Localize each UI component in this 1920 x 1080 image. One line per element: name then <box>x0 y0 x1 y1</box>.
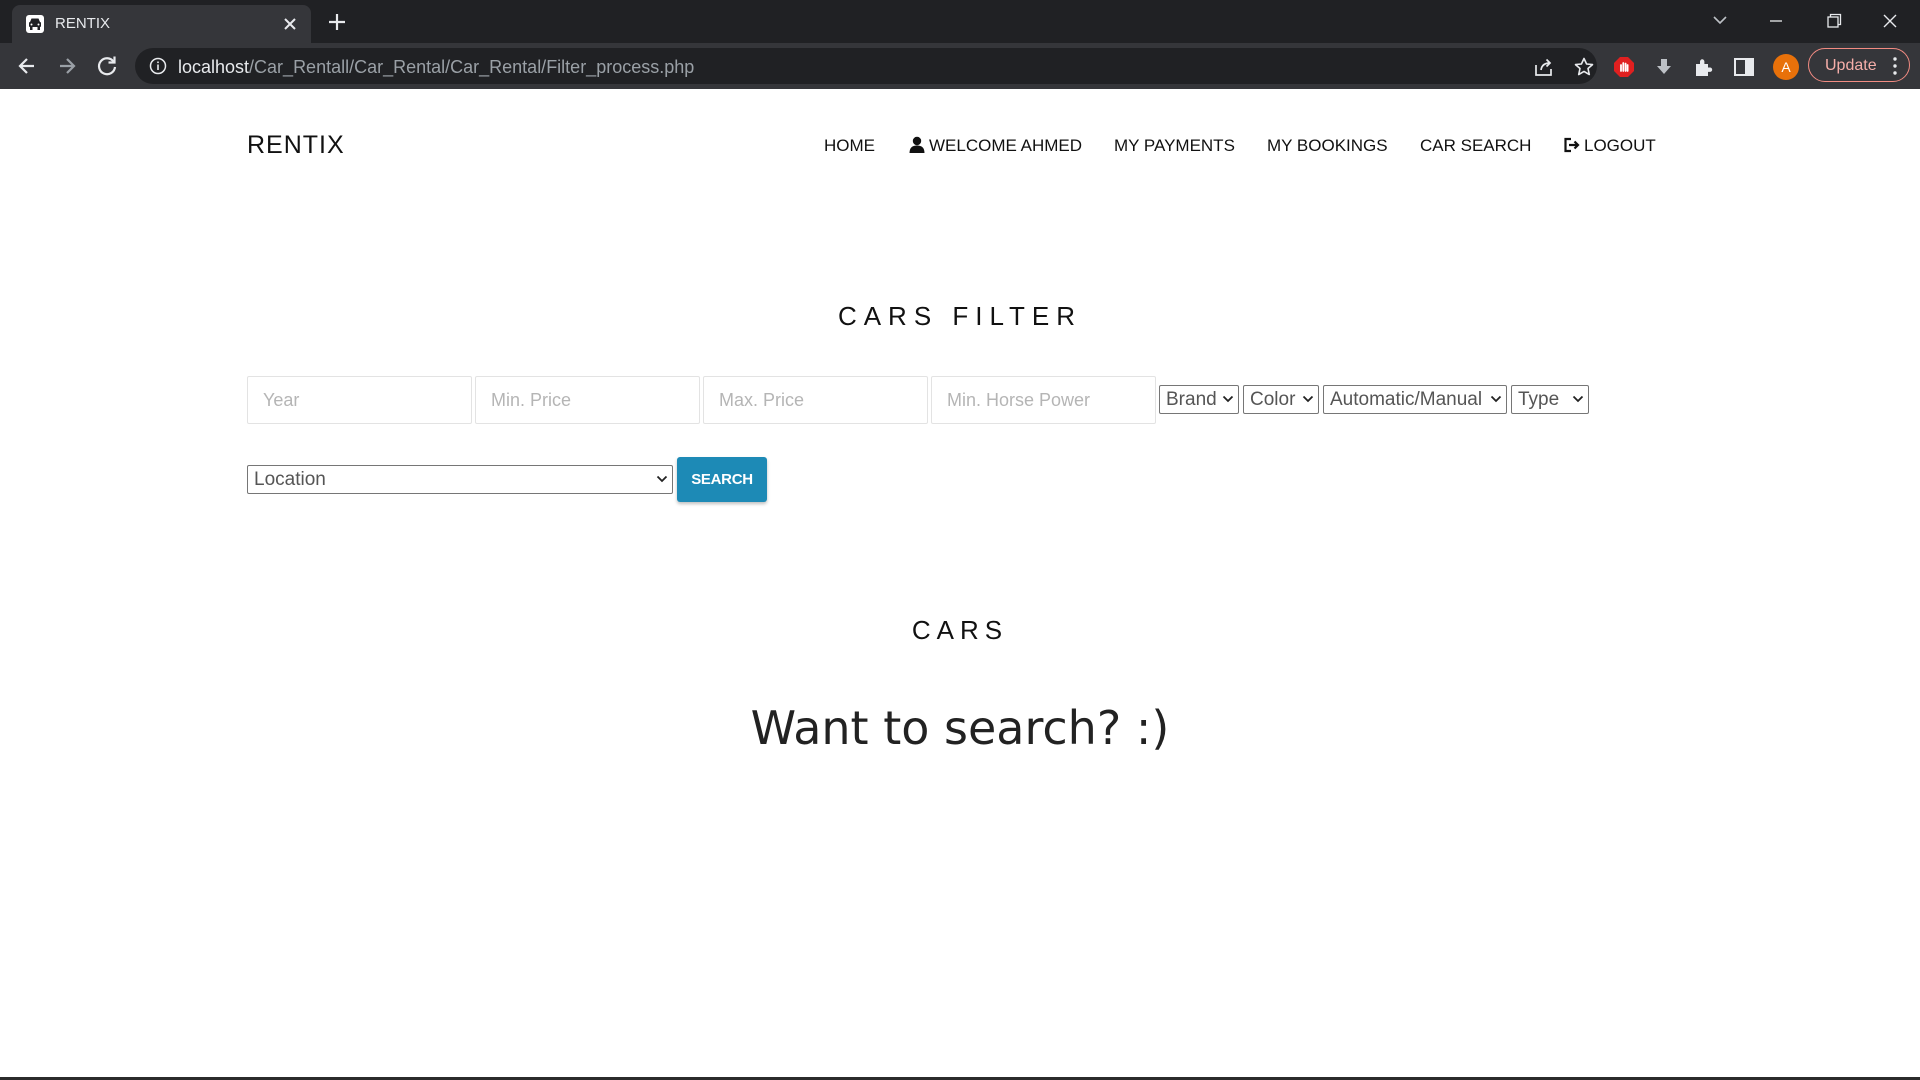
side-panel-icon[interactable] <box>1732 55 1756 79</box>
share-icon[interactable] <box>1533 56 1555 78</box>
type-select[interactable]: Type <box>1511 385 1589 414</box>
nav-logout[interactable]: LOGOUT <box>1563 136 1656 156</box>
chevron-down-icon <box>1490 395 1502 403</box>
location-select-value: Location <box>254 469 326 490</box>
browser-toolbar: localhost/Car_Rentall/Car_Rental/Car_Ren… <box>0 43 1920 89</box>
nav-my-payments[interactable]: MY PAYMENTS <box>1114 136 1235 156</box>
max-price-input[interactable] <box>703 376 928 424</box>
brand-select[interactable]: Brand <box>1159 385 1239 414</box>
color-select-value: Color <box>1250 389 1296 410</box>
download-extension-icon[interactable] <box>1652 55 1676 79</box>
minimize-icon[interactable] <box>1756 6 1796 36</box>
chevron-down-icon <box>1302 395 1314 403</box>
browser-titlebar: RENTIX <box>0 0 1920 43</box>
reload-icon[interactable] <box>92 51 122 81</box>
color-select[interactable]: Color <box>1243 385 1319 414</box>
adblock-extension-icon[interactable] <box>1612 55 1636 79</box>
search-button[interactable]: SEARCH <box>677 457 767 502</box>
transmission-select-value: Automatic/Manual <box>1330 389 1483 410</box>
new-tab-icon[interactable] <box>325 10 349 34</box>
type-select-value: Type <box>1518 389 1560 410</box>
user-icon <box>909 136 925 153</box>
extensions-puzzle-icon[interactable] <box>1692 55 1716 79</box>
year-input[interactable] <box>247 376 472 424</box>
nav-logout-label: LOGOUT <box>1584 136 1656 155</box>
back-icon[interactable] <box>12 51 42 81</box>
chevron-down-icon <box>1222 395 1234 403</box>
nav-welcome[interactable]: WELCOME AHMED <box>909 136 1082 156</box>
page-content: RENTIX HOME WELCOME AHMED MY PAYMENTS MY… <box>0 89 1920 1080</box>
tab-search-icon[interactable] <box>1700 6 1740 36</box>
filter-title: CARS FILTER <box>837 301 1083 331</box>
forward-icon[interactable] <box>52 51 82 81</box>
chevron-down-icon <box>1572 395 1584 403</box>
more-menu-icon[interactable] <box>1893 56 1897 76</box>
update-label: Update <box>1825 57 1877 74</box>
nav-my-bookings[interactable]: MY BOOKINGS <box>1267 136 1388 156</box>
update-button[interactable]: Update <box>1808 48 1910 82</box>
url-host: localhost <box>178 57 250 77</box>
chevron-down-icon <box>656 475 668 483</box>
site-logo[interactable]: RENTIX <box>247 131 345 160</box>
min-price-input[interactable] <box>475 376 700 424</box>
bookmark-star-icon[interactable] <box>1573 56 1595 78</box>
logout-icon <box>1564 137 1580 153</box>
site-info-icon[interactable] <box>149 57 167 75</box>
tab-title: RENTIX <box>55 15 111 32</box>
close-window-icon[interactable] <box>1870 6 1910 36</box>
url-text[interactable]: localhost/Car_Rentall/Car_Rental/Car_Ren… <box>178 57 694 78</box>
nav-welcome-label: WELCOME AHMED <box>929 136 1083 155</box>
min-horse-power-input[interactable] <box>931 376 1156 424</box>
location-select[interactable]: Location <box>247 465 673 494</box>
nav-home[interactable]: HOME <box>824 136 875 156</box>
empty-results-message: Want to search? :) <box>750 701 1170 755</box>
address-bar[interactable]: localhost/Car_Rentall/Car_Rental/Car_Ren… <box>135 48 1597 84</box>
url-path: /Car_Rentall/Car_Rental/Car_Rental/Filte… <box>249 57 695 77</box>
nav-car-search[interactable]: CAR SEARCH <box>1420 136 1531 156</box>
car-favicon-icon <box>26 15 44 33</box>
close-tab-icon[interactable] <box>280 14 300 34</box>
profile-avatar[interactable]: A <box>1773 54 1799 80</box>
browser-tab[interactable]: RENTIX <box>12 5 311 43</box>
transmission-select[interactable]: Automatic/Manual <box>1323 385 1507 414</box>
cars-title: CARS <box>911 615 1009 645</box>
restore-icon[interactable] <box>1813 6 1853 36</box>
brand-select-value: Brand <box>1166 389 1217 410</box>
